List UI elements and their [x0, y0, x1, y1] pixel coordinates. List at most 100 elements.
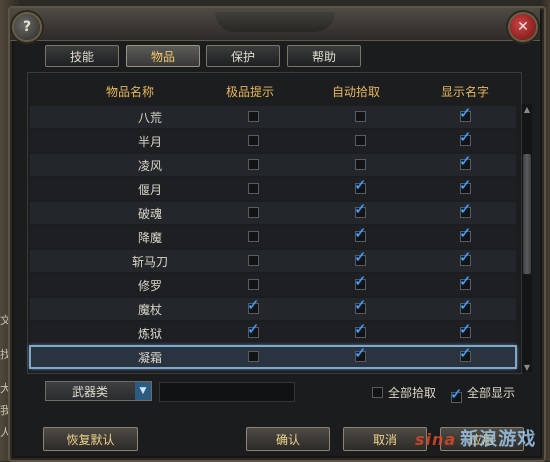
show-name-checkbox[interactable]: ✓ [459, 250, 472, 266]
auto-pickup-checkbox[interactable]: ✓ [354, 298, 367, 314]
checkmark-icon: ✓ [354, 320, 367, 338]
show-all-label: 全部显示 [467, 385, 516, 400]
checkmark-icon: ✓ [450, 384, 463, 403]
show-name-checkbox[interactable]: ✓ [459, 274, 472, 290]
auto-pickup-checkbox[interactable] [355, 135, 366, 146]
checkmark-icon: ✓ [247, 320, 260, 338]
scroll-up-icon[interactable]: ▲ [522, 104, 532, 114]
show-name-checkbox[interactable]: ✓ [459, 106, 472, 122]
help-icon[interactable]: ? [14, 14, 40, 40]
checkmark-icon: ✓ [459, 224, 472, 242]
checkmark-icon: ✓ [459, 152, 472, 170]
tab-help[interactable]: 帮助 [287, 45, 361, 67]
show-name-checkbox[interactable]: ✓ [459, 154, 472, 170]
item-row[interactable]: 炼狱 ✓ ✓ ✓ [30, 322, 516, 344]
show-name-checkbox[interactable]: ✓ [459, 178, 472, 194]
quality-hint-checkbox[interactable] [248, 111, 259, 122]
scrollbar-thumb[interactable] [523, 154, 531, 274]
item-filter-input[interactable] [159, 382, 295, 402]
auto-pickup-checkbox[interactable]: ✓ [354, 322, 367, 338]
show-all-checkbox[interactable]: ✓ [450, 386, 463, 403]
show-name-checkbox[interactable]: ✓ [459, 130, 472, 146]
item-name: 半月 [137, 134, 162, 149]
show-name-checkbox[interactable]: ✓ [459, 322, 472, 338]
item-row[interactable]: 凌风 ✓ [30, 154, 516, 176]
item-name: 八荒 [137, 110, 162, 125]
item-row[interactable]: 斩马刀 ✓ ✓ [30, 250, 516, 272]
tab-items[interactable]: 物品 [126, 45, 200, 67]
item-name: 修罗 [137, 278, 162, 293]
pickup-all-label: 全部拾取 [388, 385, 437, 400]
show-all-option[interactable]: ✓ 全部显示 [450, 384, 516, 403]
watermark-text: 新浪游戏 [460, 429, 537, 450]
scroll-down-icon[interactable]: ▼ [522, 362, 532, 372]
quality-hint-checkbox[interactable] [248, 231, 259, 242]
titlebar-ornament [215, 12, 335, 32]
show-name-checkbox[interactable]: ✓ [459, 298, 472, 314]
quality-hint-checkbox[interactable] [248, 135, 259, 146]
category-select[interactable]: 武器类 ▼ [45, 381, 152, 401]
pickup-all-checkbox[interactable] [372, 386, 383, 398]
item-row[interactable]: 破魂 ✓ ✓ [30, 202, 516, 224]
item-row[interactable]: 凝霜 ✓ ✓ [29, 345, 517, 369]
checkmark-icon: ✓ [459, 272, 472, 290]
item-row[interactable]: 修罗 ✓ ✓ [30, 274, 516, 296]
confirm-button[interactable]: 确认 [246, 427, 330, 451]
show-name-checkbox[interactable]: ✓ [459, 346, 472, 362]
checkmark-icon: ✓ [459, 248, 472, 266]
pickup-all-option[interactable]: 全部拾取 [372, 384, 436, 400]
auto-pickup-checkbox[interactable]: ✓ [354, 178, 367, 194]
tab-skills[interactable]: 技能 [45, 45, 119, 67]
auto-pickup-checkbox[interactable]: ✓ [354, 226, 367, 242]
checkmark-icon: ✓ [354, 176, 367, 194]
auto-pickup-checkbox[interactable]: ✓ [354, 346, 367, 362]
checkmark-icon: ✓ [459, 296, 472, 314]
tab-protection[interactable]: 保护 [206, 45, 280, 67]
auto-pickup-checkbox[interactable]: ✓ [354, 202, 367, 218]
item-row[interactable]: 魔杖 ✓ ✓ ✓ [30, 298, 516, 320]
restore-defaults-button[interactable]: 恢复默认 [43, 427, 138, 451]
item-row[interactable]: 降魔 ✓ ✓ [30, 226, 516, 248]
close-icon[interactable]: ✕ [510, 14, 536, 40]
item-name: 凌风 [137, 158, 162, 173]
quality-hint-checkbox[interactable] [248, 255, 259, 266]
checkmark-icon: ✓ [247, 296, 260, 314]
quality-hint-checkbox[interactable]: ✓ [247, 322, 260, 338]
checkmark-icon: ✓ [459, 344, 472, 362]
checkmark-icon: ✓ [459, 176, 472, 194]
item-name: 降魔 [137, 230, 162, 245]
quality-hint-checkbox[interactable] [248, 159, 259, 170]
item-name: 偃月 [137, 182, 162, 197]
show-name-checkbox[interactable]: ✓ [459, 202, 472, 218]
show-name-checkbox[interactable]: ✓ [459, 226, 472, 242]
auto-pickup-checkbox[interactable] [355, 111, 366, 122]
quality-hint-checkbox[interactable] [248, 279, 259, 290]
chevron-down-icon[interactable]: ▼ [135, 382, 151, 400]
checkmark-icon: ✓ [354, 272, 367, 290]
checkmark-icon: ✓ [354, 344, 367, 362]
checkmark-icon: ✓ [459, 104, 472, 122]
quality-hint-checkbox[interactable] [248, 207, 259, 218]
checkmark-icon: ✓ [459, 320, 472, 338]
item-name: 魔杖 [137, 302, 162, 317]
item-name: 破魂 [137, 206, 162, 221]
column-header-auto-pickup: 自动拾取 [331, 84, 380, 99]
column-header-name: 物品名称 [105, 84, 154, 99]
scrollbar[interactable]: ▲ ▼ [521, 104, 532, 372]
column-header-show-name: 显示名字 [440, 84, 489, 99]
item-row[interactable]: 偃月 ✓ ✓ [30, 178, 516, 200]
item-name: 炼狱 [137, 326, 162, 341]
quality-hint-checkbox[interactable] [248, 351, 259, 362]
auto-pickup-checkbox[interactable] [355, 159, 366, 170]
sina-watermark: sina 新浪游戏 [415, 425, 536, 451]
item-name: 凝霜 [137, 350, 162, 365]
auto-pickup-checkbox[interactable]: ✓ [354, 274, 367, 290]
auto-pickup-checkbox[interactable]: ✓ [354, 250, 367, 266]
item-name: 斩马刀 [131, 254, 168, 269]
item-row[interactable]: 半月 ✓ [30, 130, 516, 152]
quality-hint-checkbox[interactable]: ✓ [247, 298, 260, 314]
quality-hint-checkbox[interactable] [248, 183, 259, 194]
category-select-value: 武器类 [71, 384, 108, 399]
item-row[interactable]: 八荒 ✓ [30, 106, 516, 128]
checkmark-icon: ✓ [354, 200, 367, 218]
